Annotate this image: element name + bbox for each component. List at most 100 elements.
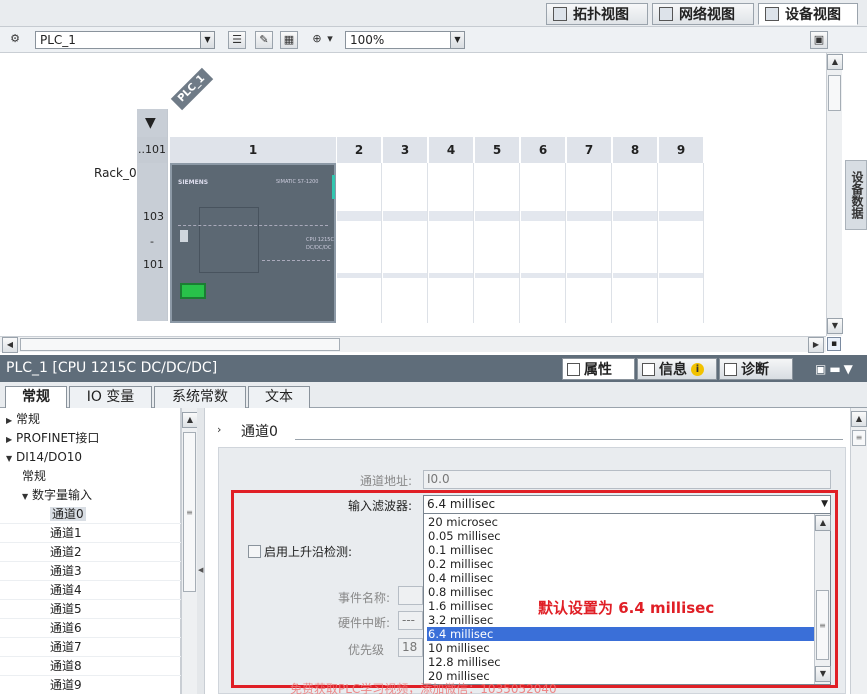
- slot-7-body[interactable]: [567, 163, 612, 323]
- cpu-brand: SIEMENS: [178, 179, 209, 186]
- cpu-model: CPU 1215C: [306, 237, 334, 243]
- device-canvas[interactable]: PLC_1 Rack_0 ▼ ..101 103 - 101 1 SIEMENS…: [0, 53, 826, 336]
- slot-band: [383, 273, 427, 278]
- module-list-icon[interactable]: ☰: [228, 31, 246, 49]
- cpu-series: SIMATIC S7-1200: [276, 179, 319, 185]
- subtab-texts[interactable]: 文本: [248, 386, 310, 408]
- rack-collapse-button[interactable]: ▼: [137, 109, 168, 137]
- subtab-system-constants[interactable]: 系统常数: [154, 386, 246, 408]
- diagnostics-icon: [724, 362, 737, 376]
- tab-properties[interactable]: 属性: [562, 358, 635, 380]
- network-tree-icon[interactable]: ⚙: [6, 31, 24, 49]
- content-vertical-scrollbar[interactable]: ▲ ≡: [850, 408, 867, 694]
- tree-item-label: 通道3: [50, 564, 82, 578]
- chevron-right-icon[interactable]: ▶: [6, 411, 16, 430]
- tree-item[interactable]: 通道0: [0, 505, 181, 524]
- tab-topology-view[interactable]: 拓扑视图: [546, 3, 648, 25]
- scroll-up-icon[interactable]: ▲: [851, 411, 867, 427]
- tab-info[interactable]: 信息 i: [637, 358, 717, 380]
- tree-item[interactable]: 通道6: [0, 619, 181, 638]
- slot-4-head: 4: [429, 137, 474, 163]
- tab-topology-label: 拓扑视图: [573, 7, 629, 23]
- slot-band: [613, 211, 657, 221]
- device-icon: [765, 7, 779, 21]
- inspector-title-text: PLC_1 [CPU 1215C DC/DC/DC]: [6, 360, 218, 376]
- slot-band: [475, 273, 519, 278]
- tree-item-label: 常规: [22, 469, 47, 483]
- tree-item[interactable]: ▼ DI14/DO10: [0, 448, 181, 467]
- tree-item[interactable]: 常规: [0, 467, 181, 486]
- cpu-module[interactable]: SIEMENS SIMATIC S7-1200 CPU 1215C DC/DC/…: [170, 163, 336, 323]
- device-data-side-tab[interactable]: 设备数据: [845, 160, 867, 230]
- tree-item[interactable]: 通道8: [0, 657, 181, 676]
- overview-icon[interactable]: ▣: [810, 31, 828, 49]
- panel-window-controls[interactable]: ▣▬▼: [815, 362, 856, 376]
- slot-4-body[interactable]: [429, 163, 474, 323]
- cpu-type: DC/DC/DC: [306, 245, 332, 251]
- tree-item[interactable]: 通道5: [0, 600, 181, 619]
- slot-5-body[interactable]: [475, 163, 520, 323]
- overview-navigator-icon[interactable]: ▪: [827, 337, 841, 351]
- subtab-io-tags[interactable]: IO 变量: [69, 386, 152, 408]
- grid-icon[interactable]: ▦: [280, 31, 298, 49]
- device-select-value: PLC_1: [40, 33, 76, 47]
- tree-item[interactable]: 通道4: [0, 581, 181, 600]
- slot-8-body[interactable]: [613, 163, 658, 323]
- tree-item[interactable]: 通道9: [0, 676, 181, 694]
- zoom-dropdown-icon[interactable]: ▾: [324, 31, 336, 49]
- panel-splitter[interactable]: ◀: [197, 408, 205, 694]
- slot-6-body[interactable]: [521, 163, 566, 323]
- annotation-text: 默认设置为 6.4 millisec: [538, 599, 715, 617]
- tree-item[interactable]: 通道3: [0, 562, 181, 581]
- tab-device-label: 设备视图: [785, 7, 841, 23]
- slot-3-body[interactable]: [383, 163, 428, 323]
- row-101-label: 101: [143, 258, 164, 271]
- plc-name-tag: PLC_1: [170, 67, 214, 111]
- chevron-down-icon[interactable]: ▼: [6, 449, 16, 468]
- view-tab-bar: 拓扑视图 网络视图 设备视图: [0, 0, 867, 27]
- tree-item[interactable]: 通道1: [0, 524, 181, 543]
- chevron-down-icon[interactable]: ▼: [22, 487, 32, 506]
- highlight-frame: [231, 490, 838, 688]
- device-toolbar: ⚙ PLC_1 ▼ ☰ ✎ ▦ ⊕ ▾ 100% ▼ ▣: [0, 27, 867, 53]
- scroll-left-icon[interactable]: ◀: [2, 337, 18, 353]
- section-title: 通道0: [241, 424, 278, 440]
- tree-vertical-scrollbar[interactable]: ▲ ≡: [181, 408, 198, 694]
- tree-item[interactable]: ▼ 数字量输入: [0, 486, 181, 505]
- tab-network-view[interactable]: 网络视图: [652, 3, 754, 25]
- scroll-thumb[interactable]: [828, 75, 841, 111]
- scroll-thumb[interactable]: [20, 338, 340, 351]
- scroll-down-icon[interactable]: ▼: [827, 318, 843, 334]
- scroll-up-icon[interactable]: ▲: [827, 54, 843, 70]
- scroll-thumb[interactable]: ≡: [183, 432, 196, 592]
- canvas-vertical-scrollbar[interactable]: ▲ ▼: [826, 53, 843, 336]
- show-labels-icon[interactable]: ✎: [255, 31, 273, 49]
- tab-device-view[interactable]: 设备视图: [758, 3, 858, 25]
- slot-2-body[interactable]: [337, 163, 382, 323]
- cpu-front-cover: [199, 207, 259, 273]
- canvas-horizontal-scrollbar[interactable]: ◀ ▶: [0, 336, 826, 353]
- slot-9-body[interactable]: [659, 163, 704, 323]
- tab-diagnostics[interactable]: 诊断: [719, 358, 793, 380]
- tree-item[interactable]: 通道2: [0, 543, 181, 562]
- tree-item-label: 通道7: [50, 640, 82, 654]
- section-divider: [295, 439, 843, 440]
- tree-item[interactable]: ▶ PROFINET接口: [0, 429, 181, 448]
- slot-band: [337, 273, 381, 278]
- subtab-general[interactable]: 常规: [5, 386, 67, 409]
- chevron-down-icon[interactable]: ▼: [450, 32, 464, 48]
- slot-band: [521, 273, 565, 278]
- device-select[interactable]: PLC_1 ▼: [35, 31, 215, 49]
- scroll-up-icon[interactable]: ▲: [182, 412, 198, 428]
- slot-6-head: 6: [521, 137, 566, 163]
- ethernet-port[interactable]: [180, 283, 206, 299]
- scroll-right-icon[interactable]: ▶: [808, 337, 824, 353]
- scroll-thumb[interactable]: ≡: [852, 430, 866, 446]
- zoom-select[interactable]: 100% ▼: [345, 31, 465, 49]
- tree-item[interactable]: ▶ 常规: [0, 410, 181, 429]
- splitter-arrow-icon: ◀: [198, 566, 204, 574]
- slot-band: [659, 211, 703, 221]
- chevron-right-icon[interactable]: ▶: [6, 430, 16, 449]
- chevron-down-icon[interactable]: ▼: [200, 32, 214, 48]
- tree-item[interactable]: 通道7: [0, 638, 181, 657]
